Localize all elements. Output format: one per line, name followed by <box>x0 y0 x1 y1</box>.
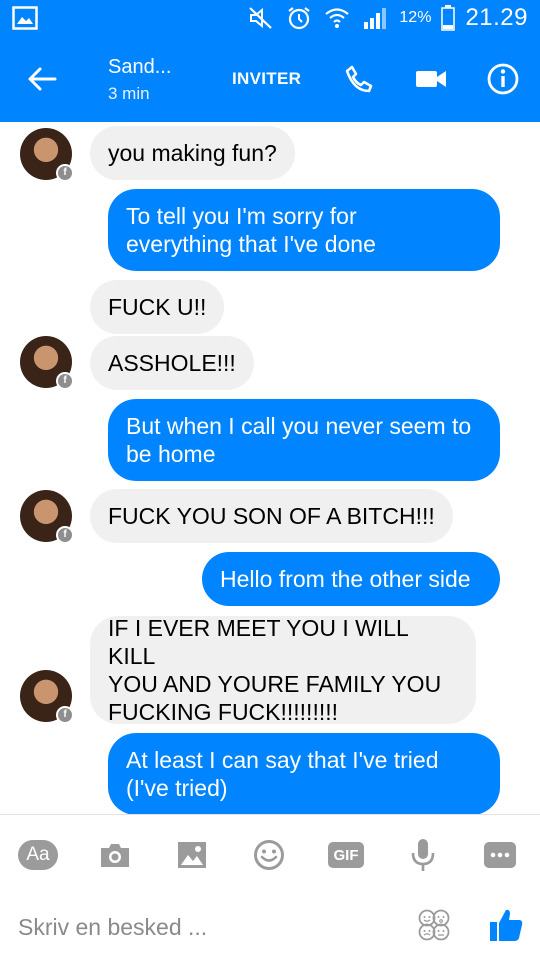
message-text: FUCK YOU SON OF A BITCH!!! <box>108 503 435 529</box>
message-line: everything that I've done <box>126 231 376 257</box>
message-text: ASSHOLE!!! <box>108 350 236 376</box>
text-format-icon: Aa <box>18 840 58 870</box>
incoming-message[interactable]: FUCK U!! <box>90 280 225 334</box>
avatar[interactable]: f <box>20 336 74 390</box>
composer: Aa GIF <box>0 814 540 960</box>
call-button[interactable] <box>340 60 378 98</box>
message-list[interactable]: f you making fun? To tell you I'm sorry … <box>0 122 540 814</box>
info-button[interactable] <box>484 60 522 98</box>
sticker-button[interactable] <box>249 835 289 875</box>
battery-icon <box>441 5 456 31</box>
mute-icon <box>247 4 275 32</box>
outgoing-message[interactable]: But when I call you never seem to be hom… <box>108 399 500 481</box>
info-icon <box>487 63 519 95</box>
gif-button[interactable]: GIF <box>326 835 366 875</box>
invite-button[interactable]: INVITER <box>232 69 301 89</box>
wifi-icon <box>323 4 351 32</box>
text-format-button[interactable]: Aa <box>18 835 58 875</box>
microphone-icon <box>411 839 435 871</box>
avatar[interactable]: f <box>20 670 74 724</box>
incoming-message[interactable]: you making fun? <box>90 126 295 180</box>
contact-active-status: 3 min <box>108 84 150 103</box>
message-line: But when I call you never seem to <box>126 413 472 439</box>
signal-icon <box>361 4 389 32</box>
emoji-picker-button[interactable] <box>414 905 454 945</box>
phone-icon <box>345 65 373 93</box>
avatar[interactable]: f <box>20 128 74 182</box>
image-button[interactable] <box>172 835 212 875</box>
outgoing-message[interactable]: Hello from the other side <box>202 552 500 606</box>
thumbs-up-icon <box>490 909 523 941</box>
avatar[interactable]: f <box>20 490 74 544</box>
message-input[interactable] <box>18 907 398 947</box>
more-button[interactable] <box>480 835 520 875</box>
status-bar: 12% 21.29 <box>0 0 540 36</box>
outgoing-message[interactable]: At least I can say that I've tried (I've… <box>108 733 500 814</box>
gif-icon: GIF <box>328 842 364 868</box>
facebook-badge-icon: f <box>56 706 74 724</box>
image-icon <box>178 842 206 868</box>
video-call-button[interactable] <box>412 60 450 98</box>
contact-name[interactable]: Sand... <box>108 56 171 79</box>
back-arrow-icon <box>28 67 57 91</box>
incoming-message[interactable]: ASSHOLE!!! <box>90 336 254 390</box>
smiley-icon <box>254 840 284 870</box>
alarm-icon <box>285 4 313 32</box>
message-text: Hello from the other side <box>220 566 471 592</box>
message-text: you making fun? <box>108 140 277 166</box>
emoji-picker-icon <box>418 909 450 941</box>
message-line: At least I can say that I've tried <box>126 747 439 773</box>
back-button[interactable] <box>22 61 62 97</box>
camera-icon <box>101 844 129 867</box>
incoming-message[interactable]: IF I EVER MEET YOU I WILL KILL YOU AND Y… <box>90 615 476 725</box>
conversation-header: Sand... 3 min INVITER <box>0 36 540 122</box>
gallery-notification-icon <box>12 6 38 30</box>
facebook-badge-icon: f <box>56 372 74 390</box>
message-text: FUCK U!! <box>108 294 207 320</box>
more-icon <box>484 842 516 868</box>
outgoing-message[interactable]: To tell you I'm sorry for everything tha… <box>108 189 500 271</box>
message-line: IF I EVER MEET YOU I WILL KILL <box>108 615 408 669</box>
battery-percent: 12% <box>399 9 432 26</box>
message-line: To tell you I'm sorry for <box>126 203 357 229</box>
message-line: (I've tried) <box>126 775 228 801</box>
like-button[interactable] <box>484 903 528 947</box>
message-line: YOU AND YOURE FAMILY YOU <box>108 671 442 697</box>
facebook-badge-icon: f <box>56 526 74 544</box>
video-camera-icon <box>416 71 446 87</box>
camera-button[interactable] <box>95 835 135 875</box>
message-line: be home <box>126 441 216 467</box>
voice-button[interactable] <box>403 835 443 875</box>
facebook-badge-icon: f <box>56 164 74 182</box>
message-line: FUCKING FUCK!!!!!!!!! <box>108 699 339 725</box>
clock: 21.29 <box>465 4 528 31</box>
incoming-message[interactable]: FUCK YOU SON OF A BITCH!!! <box>90 489 453 543</box>
